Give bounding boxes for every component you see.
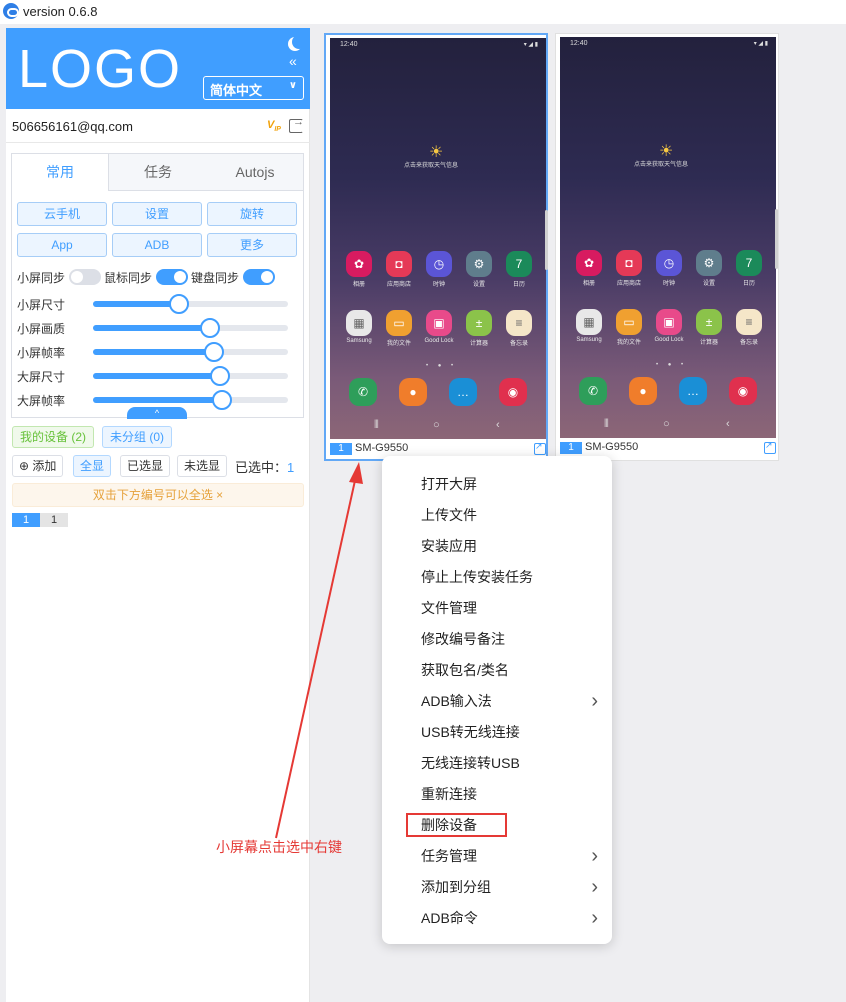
annotation-arrow bbox=[275, 462, 363, 839]
annotation-text: 小屏幕点击选中右键 bbox=[216, 839, 342, 855]
